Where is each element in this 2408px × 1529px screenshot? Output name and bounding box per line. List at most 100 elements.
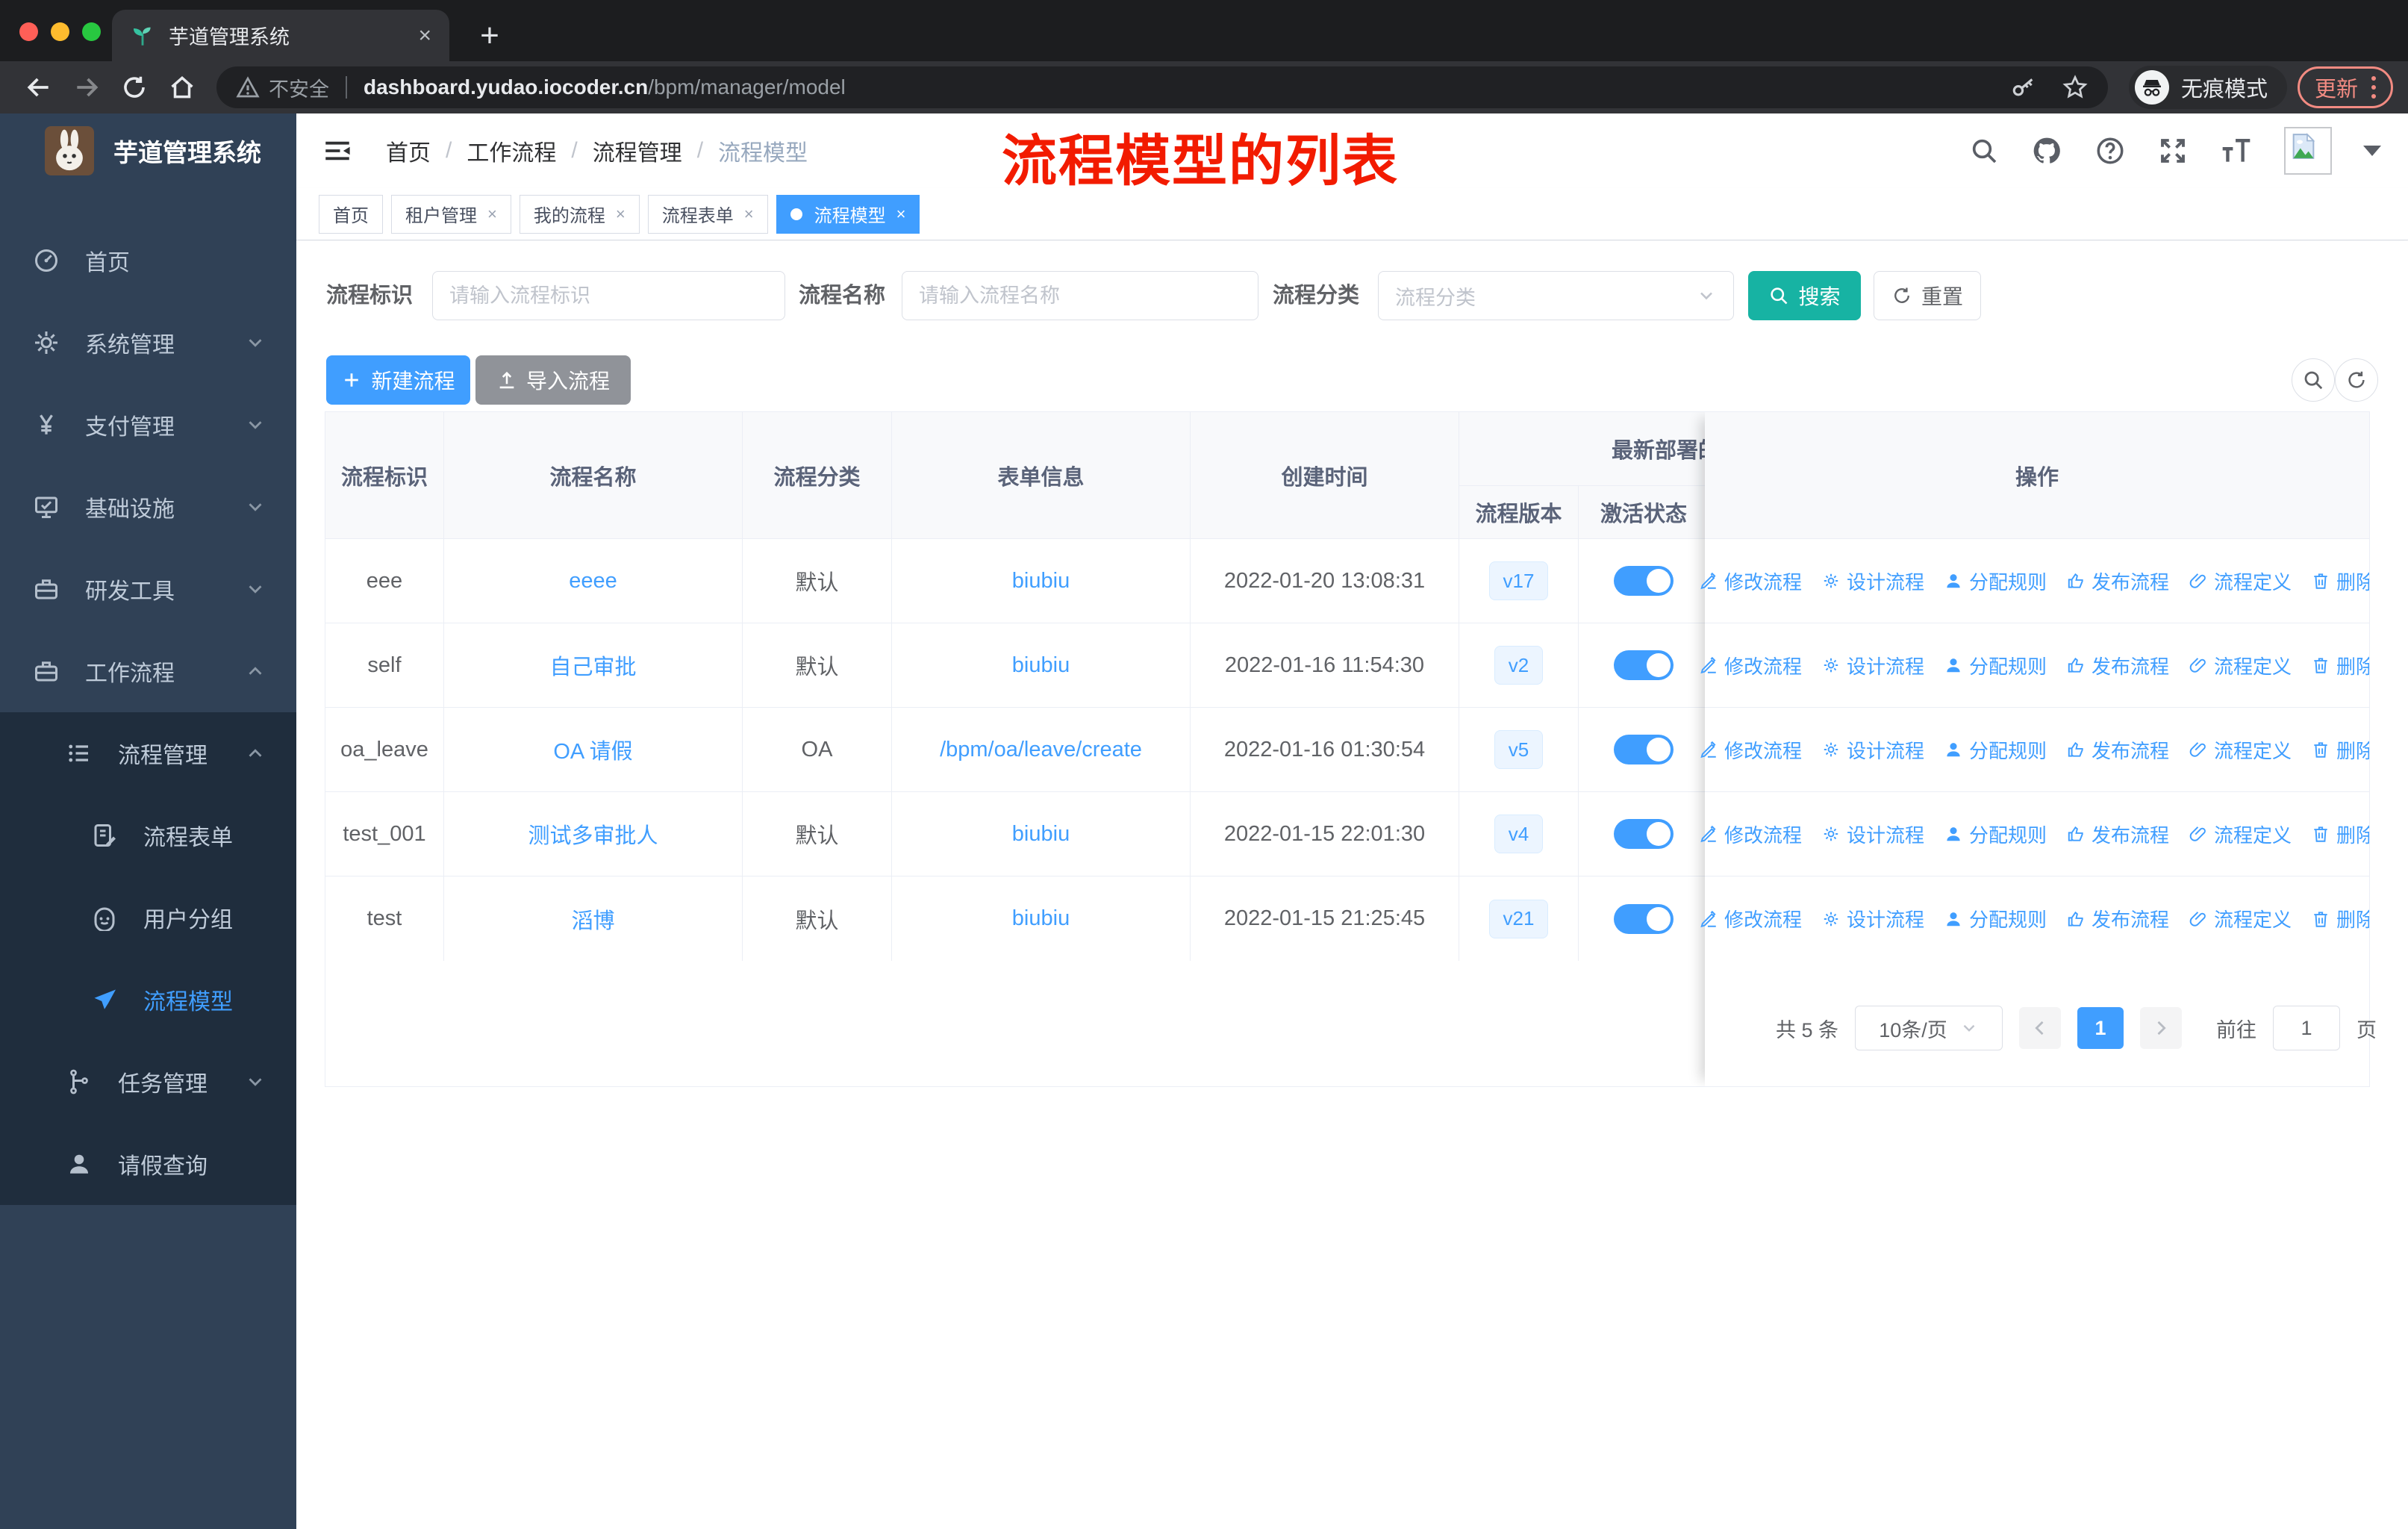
active-status-toggle[interactable] bbox=[1614, 735, 1674, 764]
tag-close-icon[interactable]: × bbox=[744, 205, 754, 224]
design-process-link[interactable]: 设计流程 bbox=[1821, 820, 1924, 848]
fullscreen-icon[interactable] bbox=[2157, 135, 2189, 166]
design-process-link[interactable]: 设计流程 bbox=[1821, 736, 1924, 764]
browser-update-menu-button[interactable]: 更新 bbox=[2297, 66, 2393, 108]
process-definition-link[interactable]: 流程定义 bbox=[2189, 567, 2292, 595]
next-page-button[interactable] bbox=[2140, 1007, 2182, 1049]
font-size-icon[interactable] bbox=[2220, 134, 2253, 167]
refresh-table-button[interactable] bbox=[2335, 358, 2378, 402]
publish-process-link[interactable]: 发布流程 bbox=[2066, 567, 2169, 595]
sidebar-item-payment[interactable]: 支付管理 bbox=[0, 384, 296, 466]
chevron-down-icon[interactable] bbox=[2363, 146, 2381, 156]
maximize-window-button[interactable] bbox=[82, 22, 101, 41]
forward-button[interactable] bbox=[63, 63, 110, 111]
cell-process-name-link[interactable]: OA 请假 bbox=[553, 734, 632, 765]
modify-process-link[interactable]: 修改流程 bbox=[1699, 820, 1802, 848]
sidebar-item-system[interactable]: 系统管理 bbox=[0, 302, 296, 384]
avatar[interactable] bbox=[2284, 127, 2332, 175]
not-secure-label[interactable]: 不安全 bbox=[269, 73, 329, 102]
delete-link[interactable]: 删除 bbox=[2311, 905, 2369, 932]
goto-page-input[interactable] bbox=[2273, 1006, 2340, 1050]
design-process-link[interactable]: 设计流程 bbox=[1821, 905, 1924, 932]
process-id-input[interactable] bbox=[449, 284, 768, 308]
assign-rule-link[interactable]: 分配规则 bbox=[1944, 736, 2047, 764]
current-page-button[interactable]: 1 bbox=[2077, 1007, 2124, 1049]
cell-form-info-link[interactable]: biubiu bbox=[1012, 822, 1070, 847]
modify-process-link[interactable]: 修改流程 bbox=[1699, 567, 1802, 595]
design-process-link[interactable]: 设计流程 bbox=[1821, 652, 1924, 679]
assign-rule-link[interactable]: 分配规则 bbox=[1944, 905, 2047, 932]
prev-page-button[interactable] bbox=[2019, 1007, 2061, 1049]
tag-close-icon[interactable]: × bbox=[616, 205, 626, 224]
tag-process-model[interactable]: 流程模型 × bbox=[776, 194, 920, 234]
cell-process-name-link[interactable]: 测试多审批人 bbox=[528, 818, 658, 850]
process-definition-link[interactable]: 流程定义 bbox=[2189, 905, 2292, 932]
publish-process-link[interactable]: 发布流程 bbox=[2066, 905, 2169, 932]
search-icon[interactable] bbox=[1969, 136, 1999, 166]
process-name-input[interactable] bbox=[919, 284, 1241, 308]
design-process-link[interactable]: 设计流程 bbox=[1821, 567, 1924, 595]
process-name-field[interactable] bbox=[902, 271, 1258, 320]
back-button[interactable] bbox=[15, 63, 63, 111]
create-process-button[interactable]: 新建流程 bbox=[326, 355, 470, 405]
tag-tenant-management[interactable]: 租户管理 × bbox=[391, 194, 511, 234]
password-key-icon[interactable] bbox=[2011, 75, 2036, 100]
bookmark-star-icon[interactable] bbox=[2062, 74, 2089, 101]
sidebar-item-workflow[interactable]: 工作流程 bbox=[0, 630, 296, 712]
help-icon[interactable] bbox=[2094, 135, 2126, 166]
process-category-select[interactable]: 流程分类 bbox=[1378, 271, 1734, 320]
tag-close-icon[interactable]: × bbox=[896, 205, 906, 224]
kebab-menu-icon[interactable] bbox=[2371, 76, 2376, 99]
sidebar-item-leave-query[interactable]: 请假查询 bbox=[0, 1123, 296, 1205]
cell-form-info-link[interactable]: biubiu bbox=[1012, 653, 1070, 678]
cell-form-info-link[interactable]: biubiu bbox=[1012, 906, 1070, 931]
sidebar-item-infrastructure[interactable]: 基础设施 bbox=[0, 466, 296, 548]
cell-process-name-link[interactable]: eeee bbox=[569, 569, 617, 594]
active-status-toggle[interactable] bbox=[1614, 819, 1674, 849]
new-tab-button[interactable]: + bbox=[470, 16, 509, 55]
tag-process-form[interactable]: 流程表单 × bbox=[647, 194, 768, 234]
delete-link[interactable]: 删除 bbox=[2311, 736, 2369, 764]
github-icon[interactable] bbox=[2030, 134, 2063, 167]
sidebar-item-user-group[interactable]: 用户分组 bbox=[0, 876, 296, 959]
browser-tab[interactable]: 芋道管理系统 × bbox=[112, 10, 449, 61]
publish-process-link[interactable]: 发布流程 bbox=[2066, 652, 2169, 679]
minimize-window-button[interactable] bbox=[51, 22, 69, 41]
modify-process-link[interactable]: 修改流程 bbox=[1699, 736, 1802, 764]
tag-my-process[interactable]: 我的流程 × bbox=[519, 194, 640, 234]
process-definition-link[interactable]: 流程定义 bbox=[2189, 820, 2292, 848]
tab-close-icon[interactable]: × bbox=[418, 24, 431, 47]
close-window-button[interactable] bbox=[19, 22, 38, 41]
modify-process-link[interactable]: 修改流程 bbox=[1699, 652, 1802, 679]
publish-process-link[interactable]: 发布流程 bbox=[2066, 736, 2169, 764]
cell-process-name-link[interactable]: 滔博 bbox=[571, 903, 614, 935]
search-button[interactable]: 搜索 bbox=[1748, 271, 1861, 320]
delete-link[interactable]: 删除 bbox=[2311, 567, 2369, 595]
active-status-toggle[interactable] bbox=[1614, 903, 1674, 934]
reset-button[interactable]: 重置 bbox=[1874, 271, 1981, 320]
modify-process-link[interactable]: 修改流程 bbox=[1699, 905, 1802, 932]
sidebar-collapse-button[interactable] bbox=[322, 135, 353, 166]
window-controls[interactable] bbox=[19, 22, 101, 41]
import-process-button[interactable]: 导入流程 bbox=[475, 355, 631, 405]
assign-rule-link[interactable]: 分配规则 bbox=[1944, 652, 2047, 679]
breadcrumb-home[interactable]: 首页 bbox=[386, 134, 431, 167]
breadcrumb-process-management[interactable]: 流程管理 bbox=[593, 134, 682, 167]
breadcrumb-workflow[interactable]: 工作流程 bbox=[467, 134, 556, 167]
process-definition-link[interactable]: 流程定义 bbox=[2189, 736, 2292, 764]
cell-form-info-link[interactable]: biubiu bbox=[1012, 569, 1070, 594]
show-search-toggle-button[interactable] bbox=[2292, 358, 2335, 402]
sidebar-item-process-form[interactable]: 流程表单 bbox=[0, 794, 296, 876]
address-bar[interactable]: 不安全 dashboard.yudao.iocoder.cn /bpm/mana… bbox=[216, 66, 2108, 108]
active-status-toggle[interactable] bbox=[1614, 566, 1674, 596]
process-id-field[interactable] bbox=[432, 271, 785, 320]
sidebar-item-home[interactable]: 首页 bbox=[0, 219, 296, 302]
tag-home[interactable]: 首页 bbox=[319, 194, 383, 234]
delete-link[interactable]: 删除 bbox=[2311, 820, 2369, 848]
delete-link[interactable]: 删除 bbox=[2311, 652, 2369, 679]
sidebar-item-process-management[interactable]: 流程管理 bbox=[0, 712, 296, 794]
publish-process-link[interactable]: 发布流程 bbox=[2066, 820, 2169, 848]
process-definition-link[interactable]: 流程定义 bbox=[2189, 652, 2292, 679]
reload-button[interactable] bbox=[110, 63, 158, 111]
page-size-select[interactable]: 10条/页 bbox=[1855, 1006, 2003, 1050]
